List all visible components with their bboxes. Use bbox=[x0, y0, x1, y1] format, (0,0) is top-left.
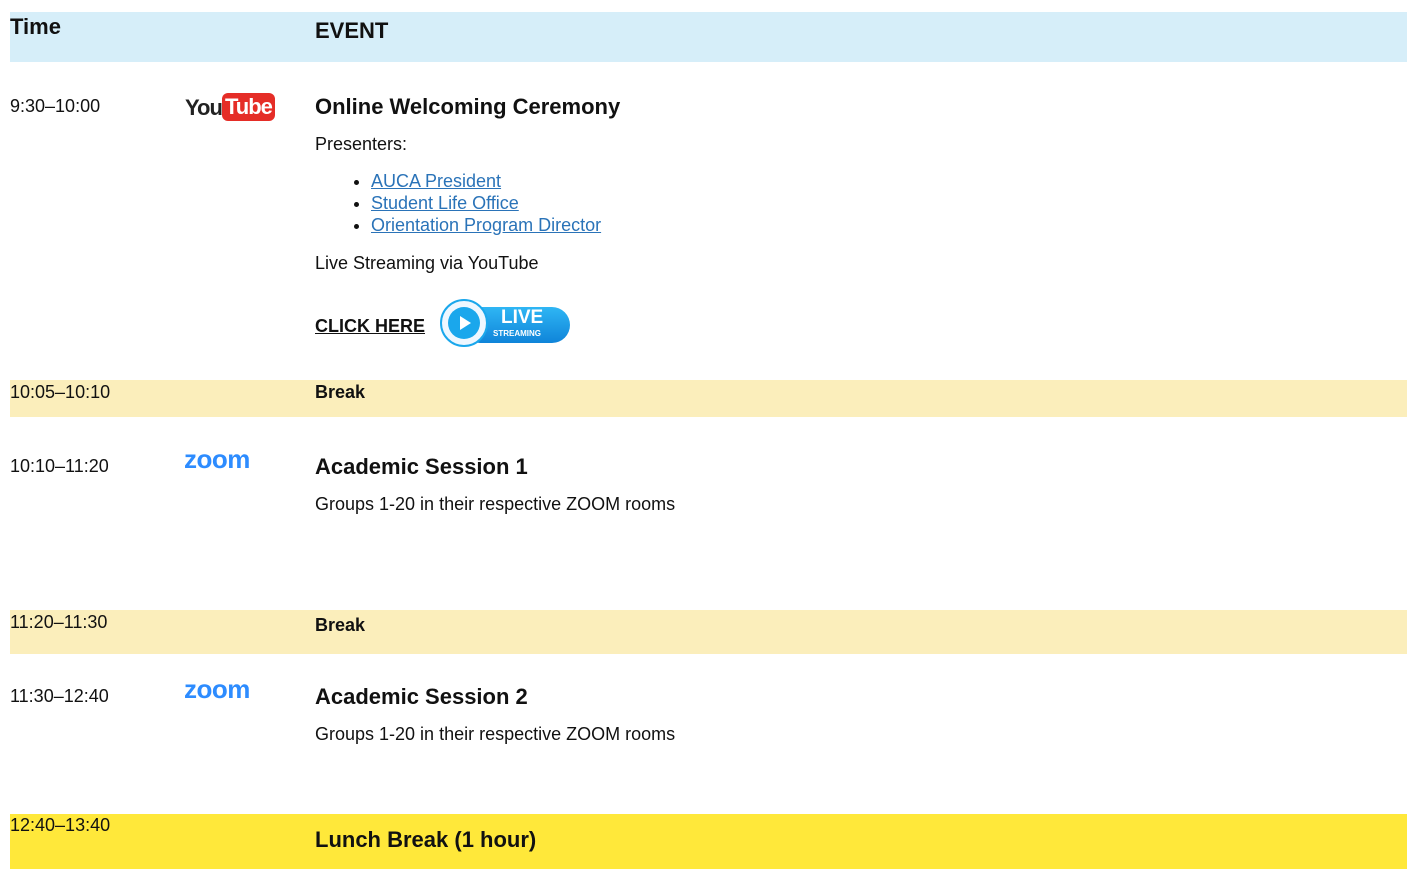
header-time-label: Time bbox=[10, 14, 61, 39]
list-item: Orientation Program Director bbox=[371, 214, 601, 236]
event-description: Groups 1-20 in their respective ZOOM roo… bbox=[315, 494, 676, 514]
presenter-link[interactable]: Student Life Office bbox=[371, 193, 519, 213]
presenter-link[interactable]: Orientation Program Director bbox=[371, 215, 601, 235]
zoom-icon: zoom bbox=[184, 444, 250, 474]
live-streaming-badge[interactable]: LIVE STREAMING bbox=[440, 299, 572, 351]
break-row bbox=[10, 380, 1407, 417]
zoom-icon: zoom bbox=[184, 674, 250, 704]
lunch-title: Lunch Break (1 hour) bbox=[315, 827, 537, 852]
list-item: Student Life Office bbox=[371, 192, 601, 214]
streaming-text: Live Streaming via YouTube bbox=[315, 253, 539, 273]
row-time: 10:05–10:10 bbox=[10, 382, 111, 402]
row-time: 11:30–12:40 bbox=[10, 686, 109, 706]
lunch-row bbox=[10, 814, 1407, 869]
header-event-label: EVENT bbox=[315, 18, 389, 43]
break-title: Break bbox=[315, 615, 366, 635]
event-title: Online Welcoming Ceremony bbox=[315, 94, 621, 119]
event-title: Academic Session 1 bbox=[315, 454, 528, 479]
youtube-logo-tube: Tube bbox=[222, 93, 275, 121]
list-item: AUCA President bbox=[371, 170, 601, 192]
row-time: 12:40–13:40 bbox=[10, 815, 111, 835]
click-here-link[interactable]: CLICK HERE bbox=[315, 316, 425, 337]
youtube-logo-you: You bbox=[185, 95, 223, 120]
presenters-label: Presenters: bbox=[315, 134, 408, 154]
break-title: Break bbox=[315, 382, 366, 402]
badge-streaming-text: STREAMING bbox=[493, 329, 541, 338]
youtube-icon: You Tube bbox=[185, 93, 275, 123]
row-time: 10:10–11:20 bbox=[10, 456, 109, 476]
event-description: Groups 1-20 in their respective ZOOM roo… bbox=[315, 724, 676, 744]
play-icon bbox=[448, 307, 480, 339]
schedule-header bbox=[10, 12, 1407, 62]
event-title: Academic Session 2 bbox=[315, 684, 528, 709]
presenters-list: AUCA President Student Life Office Orien… bbox=[351, 170, 601, 236]
badge-live-text: LIVE bbox=[501, 307, 544, 328]
presenter-link[interactable]: AUCA President bbox=[371, 171, 501, 191]
row-time: 9:30–10:00 bbox=[10, 96, 101, 116]
break-row bbox=[10, 610, 1407, 654]
row-time: 11:20–11:30 bbox=[10, 612, 108, 632]
